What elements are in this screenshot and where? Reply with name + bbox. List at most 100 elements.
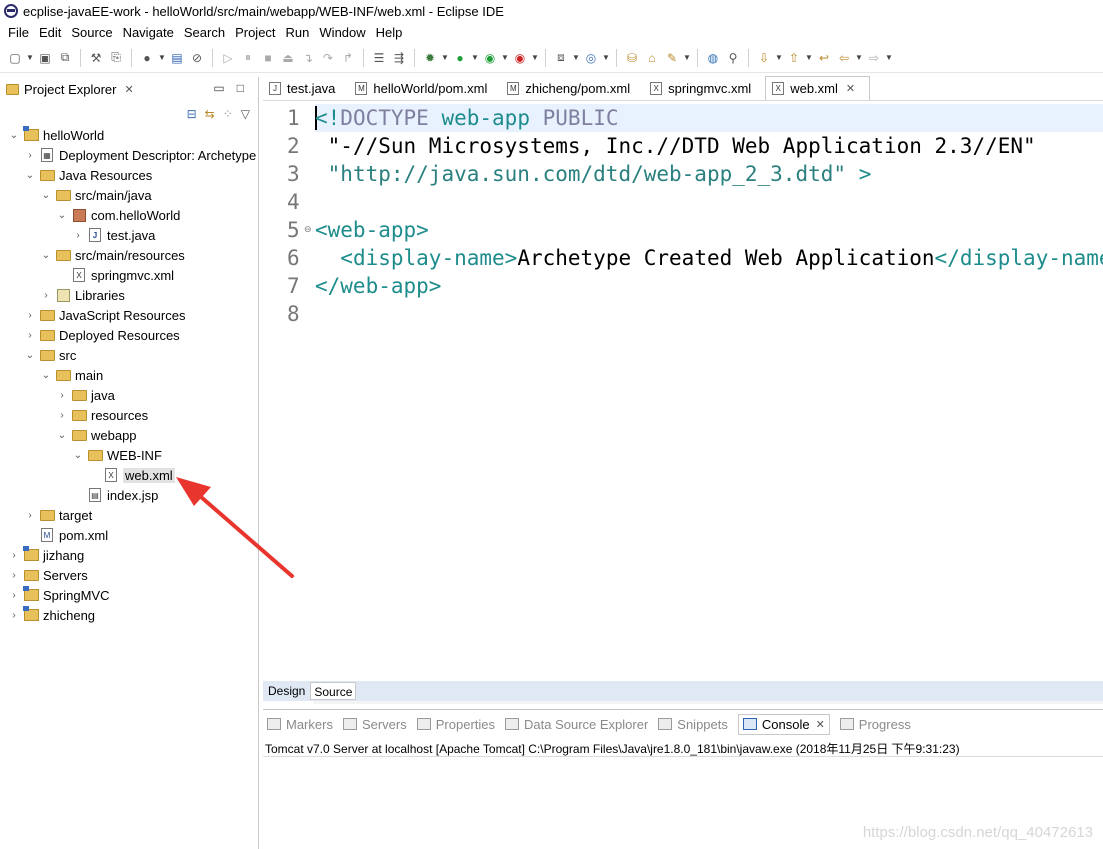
open-task-icon[interactable]: ⎘ <box>107 49 125 67</box>
save-icon[interactable]: ▣ <box>36 49 54 67</box>
suspend-icon[interactable]: ⏸ <box>239 49 257 67</box>
tree-item[interactable]: ⌄ main <box>0 365 258 385</box>
menu-window[interactable]: Window <box>314 25 370 40</box>
collapsed-chevron-icon[interactable]: › <box>8 590 20 601</box>
build-icon[interactable]: ⚒ <box>87 49 105 67</box>
menu-run[interactable]: Run <box>281 25 315 40</box>
open-type-icon[interactable]: ⛁ <box>623 49 641 67</box>
collapsed-chevron-icon[interactable]: › <box>24 310 36 321</box>
step-over-icon[interactable]: ↷ <box>319 49 337 67</box>
disconnect-icon[interactable]: ⏏ <box>279 49 297 67</box>
collapsed-chevron-icon[interactable]: › <box>56 390 68 401</box>
new-icon[interactable]: ▢ <box>6 49 24 67</box>
view-tab-progress[interactable]: Progress <box>839 717 911 732</box>
expanded-chevron-icon[interactable]: ⌄ <box>56 430 68 441</box>
view-tab-console[interactable]: Console ✕ <box>737 713 830 735</box>
tree-item[interactable]: ⌄ WEB-INF <box>0 445 258 465</box>
view-tab-properties[interactable]: Properties <box>416 717 495 732</box>
tree-item[interactable]: ⌄ webapp <box>0 425 258 445</box>
toggle-mark-icon[interactable]: ☰ <box>370 49 388 67</box>
project-explorer-tab[interactable]: Project Explorer ✕ <box>0 77 134 101</box>
tree-item[interactable]: › java <box>0 385 258 405</box>
collapsed-chevron-icon[interactable]: › <box>24 330 36 341</box>
previous-annotation-icon[interactable]: ⇧ <box>785 49 803 67</box>
link-with-editor-icon[interactable]: ⇆ <box>205 107 215 121</box>
tree-item[interactable]: ▤ index.jsp <box>0 485 258 505</box>
fold-toggle-icon[interactable]: ⊖ <box>304 224 312 235</box>
expanded-chevron-icon[interactable]: ⌄ <box>56 210 68 221</box>
collapsed-chevron-icon[interactable]: › <box>24 150 36 161</box>
tree-item[interactable]: › Libraries <box>0 285 258 305</box>
code-line[interactable]: <display-name>Archetype Created Web Appl… <box>315 244 1103 272</box>
editor-tab[interactable]: Jtest.java <box>263 76 349 100</box>
tree-item[interactable]: ⌄ src <box>0 345 258 365</box>
back-dropdown-icon[interactable]: ▼ <box>855 49 863 67</box>
external-tools-dropdown-icon[interactable]: ▼ <box>531 49 539 67</box>
save-all-icon[interactable]: ⧉ <box>56 49 74 67</box>
close-tab-icon[interactable]: ✕ <box>846 82 855 95</box>
tree-item[interactable]: ⌄ com.helloWorld <box>0 205 258 225</box>
close-icon[interactable]: ✕ <box>124 83 133 96</box>
step-return-icon[interactable]: ↱ <box>339 49 357 67</box>
editor-tab[interactable]: Xweb.xml ✕ <box>765 76 871 100</box>
code-line[interactable]: "-//Sun Microsystems, Inc.//DTD Web Appl… <box>315 132 1036 160</box>
forward-dropdown-icon[interactable]: ▼ <box>885 49 893 67</box>
collapsed-chevron-icon[interactable]: › <box>72 230 84 241</box>
focus-icon[interactable]: ⁘ <box>223 107 233 121</box>
collapsed-chevron-icon[interactable]: › <box>56 410 68 421</box>
next-annotation-icon[interactable]: ⇩ <box>755 49 773 67</box>
menu-edit[interactable]: Edit <box>34 25 66 40</box>
collapsed-chevron-icon[interactable]: › <box>40 290 52 301</box>
tree-item[interactable]: Xspringmvc.xml <box>0 265 258 285</box>
tree-item[interactable]: ⌄ src/main/resources <box>0 245 258 265</box>
user-dropdown-icon[interactable]: ▼ <box>158 49 166 67</box>
menu-search[interactable]: Search <box>179 25 230 40</box>
tree-item[interactable]: › SpringMVC <box>0 585 258 605</box>
expanded-chevron-icon[interactable]: ⌄ <box>24 170 36 181</box>
new-class-icon[interactable]: ◎ <box>582 49 600 67</box>
close-tab-icon[interactable]: ✕ <box>816 718 825 731</box>
tree-item[interactable]: Xweb.xml <box>0 465 258 485</box>
editor-tab[interactable]: Mzhicheng/pom.xml <box>501 76 644 100</box>
run-dropdown-icon[interactable]: ▼ <box>471 49 479 67</box>
new-dropdown-icon[interactable]: ▼ <box>26 49 34 67</box>
expanded-chevron-icon[interactable]: ⌄ <box>8 130 20 141</box>
code-line[interactable]: "http://java.sun.com/dtd/web-app_2_3.dtd… <box>315 160 872 188</box>
last-edit-icon[interactable]: ↩ <box>815 49 833 67</box>
view-tab-data-source-explorer[interactable]: Data Source Explorer <box>505 717 648 732</box>
search-icon[interactable]: ⚲ <box>724 49 742 67</box>
menu-source[interactable]: Source <box>66 25 117 40</box>
view-tab-snippets[interactable]: Snippets <box>658 717 728 732</box>
code-content[interactable]: <!DOCTYPE web-app PUBLIC "-//Sun Microsy… <box>315 102 1103 665</box>
tab-source[interactable]: Source <box>310 682 357 700</box>
menu-help[interactable]: Help <box>371 25 408 40</box>
tree-item[interactable]: › JavaScript Resources <box>0 305 258 325</box>
menu-project[interactable]: Project <box>230 25 280 40</box>
collapse-all-icon[interactable]: ⊟ <box>187 107 197 121</box>
menu-navigate[interactable]: Navigate <box>118 25 179 40</box>
editor-tab[interactable]: MhelloWorld/pom.xml <box>349 76 501 100</box>
view-menu-icon[interactable]: ▽ <box>241 107 250 121</box>
tree-item[interactable]: › jizhang <box>0 545 258 565</box>
menu-file[interactable]: File <box>3 25 34 40</box>
expanded-chevron-icon[interactable]: ⌄ <box>72 450 84 461</box>
tree-item[interactable]: › Jtest.java <box>0 225 258 245</box>
task-dropdown-icon[interactable]: ▼ <box>683 49 691 67</box>
collapsed-chevron-icon[interactable]: › <box>24 510 36 521</box>
coverage-dropdown-icon[interactable]: ▼ <box>501 49 509 67</box>
expanded-chevron-icon[interactable]: ⌄ <box>24 350 36 361</box>
forward-icon[interactable]: ⇨ <box>865 49 883 67</box>
coverage-icon[interactable]: ◉ <box>481 49 499 67</box>
code-line[interactable]: <!DOCTYPE web-app PUBLIC <box>315 104 619 132</box>
tree-item[interactable]: › Deployed Resources <box>0 325 258 345</box>
tree-item[interactable]: › resources <box>0 405 258 425</box>
tree-item[interactable]: › zhicheng <box>0 605 258 625</box>
new-server-icon[interactable]: ⧈ <box>552 49 570 67</box>
tree-item[interactable]: › Servers <box>0 565 258 585</box>
open-folder-icon[interactable]: ⌂ <box>643 49 661 67</box>
debug-icon[interactable]: ✹ <box>421 49 439 67</box>
collapsed-chevron-icon[interactable]: › <box>8 570 20 581</box>
tree-item[interactable]: ⌄ helloWorld <box>0 125 258 145</box>
tree-item[interactable]: ⌄ src/main/java <box>0 185 258 205</box>
tree-item[interactable]: › ▦ Deployment Descriptor: Archetype <box>0 145 258 165</box>
